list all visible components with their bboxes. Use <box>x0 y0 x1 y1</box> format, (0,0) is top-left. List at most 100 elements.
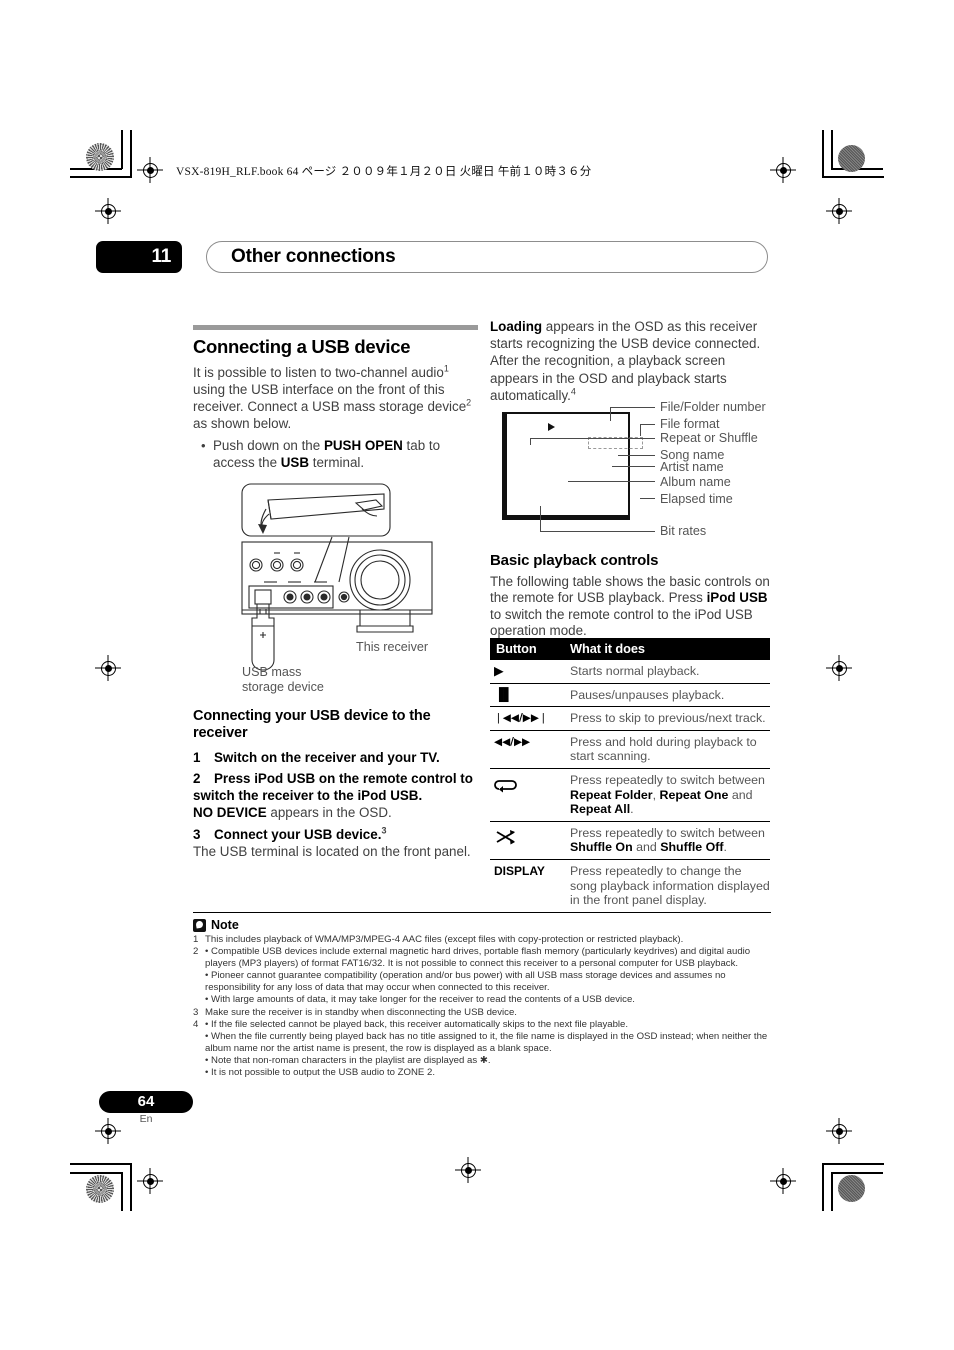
skip-button-glyph: ❘◀◀/▶▶❘ <box>490 706 564 731</box>
footnote-text: • When the file currently being played b… <box>205 1030 768 1054</box>
step-number: 1 <box>193 749 201 765</box>
manual-page: VSX-819H_RLF.book 64 ページ ２００９年１月２０日 火曜日 … <box>0 0 954 1350</box>
table-row: ❘◀◀/▶▶❘ Press to skip to previous/next t… <box>490 706 770 731</box>
leader-line <box>568 481 655 483</box>
footnote-item: 4 • If the file selected cannot be played… <box>193 1019 771 1031</box>
chapter-title-pill: Other connections <box>206 241 768 273</box>
leader-line <box>540 506 542 532</box>
step-number: 2 <box>193 770 201 786</box>
repeat-sep-1: , <box>652 787 660 802</box>
display-button-label: DISPLAY <box>490 858 564 913</box>
footnote-number: 2 <box>193 946 199 958</box>
repeat-desc-end: . <box>630 802 634 817</box>
footnote-item: • Pioneer cannot guarantee compatibility… <box>193 970 771 994</box>
list-item: Push down on the PUSH OPEN tab to access… <box>193 437 478 471</box>
skip-button-desc: Press to skip to previous/next track. <box>564 706 770 731</box>
right-column: Loading appears in the OSD as this recei… <box>490 318 770 407</box>
step-1: 1 Switch on the receiver and your TV. <box>193 749 478 766</box>
step-text: Switch on the receiver and your TV. <box>214 749 440 765</box>
crop-line <box>70 1172 122 1174</box>
footnotes-block: Note 1 This includes playback of WMA/MP3/… <box>193 912 771 1079</box>
footnote-text: • Compatible USB devices include externa… <box>205 946 751 970</box>
registration-mark <box>826 655 852 681</box>
density-patch <box>838 145 865 172</box>
scan-button-glyph: ◀◀/▶▶ <box>490 729 564 769</box>
registration-mark <box>826 198 852 224</box>
crop-line <box>121 1172 123 1211</box>
footnote-ref-4: 4 <box>570 386 576 397</box>
section-heading: Connecting a USB device <box>193 336 411 357</box>
footnote-item: 2 • Compatible USB devices include extern… <box>193 946 771 970</box>
scan-button-desc: Press and hold during playback to start … <box>564 729 770 769</box>
play-button-desc: Starts normal playback. <box>564 659 770 684</box>
footnote-ref-1: 1 <box>443 363 449 374</box>
table-row: ▶ Starts normal playback. <box>490 659 770 684</box>
notes-divider <box>193 912 771 913</box>
footnote-text: • With large amounts of data, it may tak… <box>205 994 635 1006</box>
registration-mark <box>137 157 163 183</box>
repeat-one-label: Repeat One <box>659 787 729 802</box>
column-header-description: What it does <box>564 638 770 660</box>
repeat-sep-2: and <box>728 787 753 802</box>
receiver-caption: This receiver <box>356 640 429 654</box>
play-indicator-icon <box>548 423 555 431</box>
steps-list: 1 Switch on the receiver and your TV. 2 Pr… <box>193 749 478 860</box>
display-button-desc: Press repeatedly to change the song play… <box>564 858 770 913</box>
crop-line <box>822 1163 884 1165</box>
shuffle-icon <box>490 820 564 860</box>
registration-mark <box>770 1168 796 1194</box>
table-header-row: Button What it does <box>490 638 770 660</box>
crop-line <box>822 130 824 178</box>
chapter-header: 11 Other connections <box>96 241 768 273</box>
crop-line <box>130 1163 132 1211</box>
osd-label-file-format: File format <box>660 417 720 431</box>
footnote-text: • Note that non-roman characters in the … <box>205 1054 491 1066</box>
chapter-title: Other connections <box>231 246 396 267</box>
shuffle-icon-svg <box>496 829 515 845</box>
osd-label-artist-name: Artist name <box>660 460 724 474</box>
footnote-text: • If the file selected cannot be played … <box>205 1018 629 1030</box>
playback-text-2: to switch the remote control to the iPod… <box>490 606 753 639</box>
registration-mark <box>137 1168 163 1194</box>
osd-label-repeat-or-shuffle: Repeat or Shuffle <box>660 431 758 445</box>
footnote-item: • With large amounts of data, it may tak… <box>193 994 771 1006</box>
crop-line <box>822 1163 824 1211</box>
ipod-usb-label: iPod USB <box>706 590 768 606</box>
page-number: 64 <box>99 1091 193 1113</box>
footnote-item: 1 This includes playback of WMA/MP3/MPEG-… <box>193 934 771 946</box>
osd-label-elapsed-time: Elapsed time <box>660 492 733 506</box>
shuffle-desc-end: . <box>723 840 727 855</box>
step-text: Connect your USB device. <box>214 826 382 842</box>
footnote-item: • When the file currently being played b… <box>193 1031 771 1055</box>
registration-mark <box>826 1118 852 1144</box>
intro-paragraph: It is possible to listen to two-channel … <box>193 364 478 433</box>
bullet-end: terminal. <box>309 454 365 470</box>
registration-mark <box>95 198 121 224</box>
playback-controls-section: Basic playback controls The following ta… <box>490 552 770 643</box>
density-patch <box>838 1175 865 1202</box>
registration-mark <box>95 655 121 681</box>
table-row: ◀◀/▶▶ Press and hold during playback to … <box>490 729 770 769</box>
book-slug: VSX-819H_RLF.book 64 ページ ２００９年１月２０日 火曜日 … <box>176 166 592 178</box>
registration-mark <box>455 1157 481 1183</box>
leader-line <box>640 424 642 436</box>
osd-label-bit-rates: Bit rates <box>660 524 707 538</box>
crop-line <box>121 130 123 169</box>
repeat-all-label: Repeat All <box>570 802 631 817</box>
footnote-text: • It is not possible to output the USB a… <box>205 1067 436 1079</box>
footnote-item: 3 Make sure the receiver is in standby wh… <box>193 1007 771 1019</box>
footnote-text: • Pioneer cannot guarantee compatibility… <box>205 970 726 994</box>
footnote-number: 1 <box>193 934 199 945</box>
shuffle-on-label: Shuffle On <box>570 840 633 855</box>
step-note: appears in the OSD. <box>266 805 392 821</box>
footnote-ref-3: 3 <box>381 825 387 836</box>
page-language: En <box>139 1113 153 1125</box>
usb-label: USB <box>280 454 310 470</box>
density-patch <box>86 1175 114 1203</box>
footnote-text: Make sure the receiver is in standby whe… <box>205 1006 517 1018</box>
bullet-list: Push down on the PUSH OPEN tab to access… <box>193 437 478 471</box>
intro-text-2: using the USB interface on the front of … <box>193 382 467 415</box>
density-patch <box>86 143 114 171</box>
step-number: 3 <box>193 826 201 842</box>
osd-playback-screen-diagram: File/Folder number File format Repeat or… <box>490 398 770 543</box>
